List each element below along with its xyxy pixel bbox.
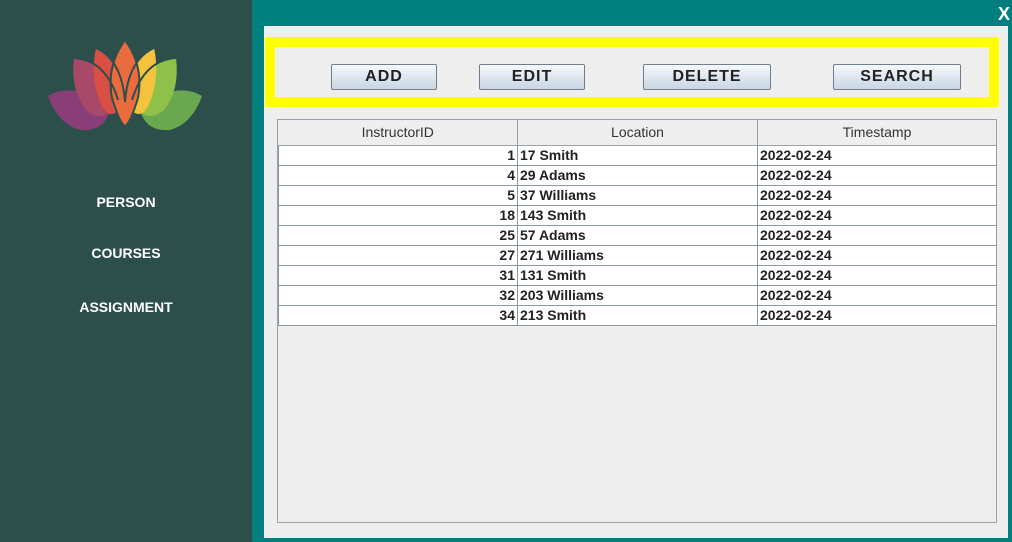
timestamp-cell[interactable]: 2022-02-24	[757, 224, 997, 246]
instructor-location-table[interactable]: InstructorID Location Timestamp 1 17 Smi…	[277, 119, 997, 523]
edit-button[interactable]: EDIT	[479, 64, 585, 90]
instructor-id-cell[interactable]: 31	[278, 264, 518, 286]
table-row[interactable]: 4 29 Adams 2022-02-24	[278, 164, 997, 186]
timestamp-cell[interactable]: 2022-02-24	[757, 184, 997, 206]
column-header-location[interactable]: Location	[517, 120, 758, 146]
timestamp-cell[interactable]: 2022-02-24	[757, 264, 997, 286]
location-cell[interactable]: 29 Adams	[517, 164, 758, 186]
instructor-id-cell[interactable]: 5	[278, 184, 518, 206]
lotus-logo-icon	[48, 40, 202, 131]
instructor-id-cell[interactable]: 32	[278, 284, 518, 306]
instructor-id-cell[interactable]: 25	[278, 224, 518, 246]
location-cell[interactable]: 203 Williams	[517, 284, 758, 306]
delete-button[interactable]: DELETE	[643, 64, 771, 90]
sidebar-item-courses[interactable]: COURSES	[0, 245, 252, 261]
main-panel: ADD EDIT DELETE SEARCH InstructorID Loca…	[264, 26, 1008, 538]
timestamp-cell[interactable]: 2022-02-24	[757, 204, 997, 226]
column-header-instructorid[interactable]: InstructorID	[278, 120, 518, 146]
table-row[interactable]: 34 213 Smith 2022-02-24	[278, 304, 997, 326]
timestamp-cell[interactable]: 2022-02-24	[757, 144, 997, 166]
timestamp-cell[interactable]: 2022-02-24	[757, 304, 997, 326]
location-cell[interactable]: 143 Smith	[517, 204, 758, 226]
table-row[interactable]: 31 131 Smith 2022-02-24	[278, 264, 997, 286]
toolbar: ADD EDIT DELETE SEARCH	[265, 37, 999, 107]
location-cell[interactable]: 131 Smith	[517, 264, 758, 286]
column-header-timestamp[interactable]: Timestamp	[757, 120, 997, 146]
instructor-id-cell[interactable]: 27	[278, 244, 518, 266]
timestamp-cell[interactable]: 2022-02-24	[757, 244, 997, 266]
table-row[interactable]: 18 143 Smith 2022-02-24	[278, 204, 997, 226]
table-row[interactable]: 25 57 Adams 2022-02-24	[278, 224, 997, 246]
location-cell[interactable]: 213 Smith	[517, 304, 758, 326]
sidebar-item-assignment[interactable]: ASSIGNMENT	[0, 299, 252, 315]
location-cell[interactable]: 37 Williams	[517, 184, 758, 206]
table-row[interactable]: 32 203 Williams 2022-02-24	[278, 284, 997, 306]
table-row[interactable]: 27 271 Williams 2022-02-24	[278, 244, 997, 266]
location-cell[interactable]: 57 Adams	[517, 224, 758, 246]
close-button[interactable]: X	[996, 4, 1012, 24]
sidebar-item-person[interactable]: PERSON	[0, 194, 252, 210]
table-header-row: InstructorID Location Timestamp	[278, 120, 997, 146]
table-row[interactable]: 5 37 Williams 2022-02-24	[278, 184, 997, 206]
sidebar: PERSON COURSES ASSIGNMENT	[0, 0, 252, 542]
timestamp-cell[interactable]: 2022-02-24	[757, 164, 997, 186]
instructor-id-cell[interactable]: 34	[278, 304, 518, 326]
location-cell[interactable]: 271 Williams	[517, 244, 758, 266]
instructor-id-cell[interactable]: 4	[278, 164, 518, 186]
search-button[interactable]: SEARCH	[833, 64, 961, 90]
table-row[interactable]: 1 17 Smith 2022-02-24	[278, 144, 997, 166]
add-button[interactable]: ADD	[331, 64, 437, 90]
instructor-id-cell[interactable]: 1	[278, 144, 518, 166]
location-cell[interactable]: 17 Smith	[517, 144, 758, 166]
timestamp-cell[interactable]: 2022-02-24	[757, 284, 997, 306]
instructor-id-cell[interactable]: 18	[278, 204, 518, 226]
